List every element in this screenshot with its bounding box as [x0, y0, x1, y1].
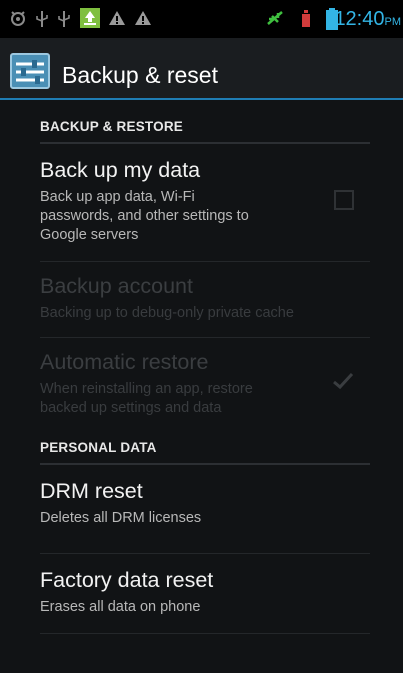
pref-title: Back up my data [40, 158, 201, 182]
summary-line: passwords, and other settings to [40, 208, 249, 224]
section-header-backup-restore: BACKUP & RESTORE [40, 112, 370, 144]
clock-time: 12:40 [334, 8, 385, 30]
pref-automatic-restore: Automatic restore When reinstalling an a… [40, 338, 370, 423]
page-title: Backup & reset [62, 62, 218, 88]
clock-ampm: PM [384, 16, 402, 28]
section-header-personal-data: PERSONAL DATA [40, 433, 370, 465]
status-bar: 12:40PM [0, 0, 403, 38]
pref-drm-reset[interactable]: DRM reset Deletes all DRM licenses [40, 467, 370, 547]
settings-app-icon[interactable] [10, 53, 50, 89]
android-debug-icon [11, 11, 25, 26]
pref-summary: When reinstalling an app, restore backed… [40, 380, 253, 418]
no-signal-icon [267, 11, 283, 25]
summary-line: Google servers [40, 227, 139, 243]
usb-icon [36, 11, 48, 27]
download-icon [80, 8, 100, 28]
summary-line: backed up settings and data [40, 400, 222, 416]
divider [40, 633, 370, 634]
pref-summary: Back up app data, Wi-Fi passwords, and o… [40, 188, 249, 245]
pref-title: Factory data reset [40, 568, 214, 592]
warning-icon [109, 11, 125, 25]
pref-summary: Erases all data on phone [40, 599, 201, 615]
clock: 12:40PM [334, 8, 401, 31]
pref-backup-account: Backup account Backing up to debug-only … [40, 262, 370, 332]
no-sim-icon [302, 10, 310, 27]
pref-back-up-my-data[interactable]: Back up my data Back up app data, Wi-Fi … [40, 146, 370, 256]
pref-summary: Deletes all DRM licenses [40, 510, 202, 526]
checkmark-icon [333, 372, 354, 390]
pref-title: Backup account [40, 274, 193, 298]
pref-title: DRM reset [40, 479, 143, 503]
section-header-label: PERSONAL DATA [40, 440, 157, 455]
divider [40, 553, 370, 554]
section-header-label: BACKUP & RESTORE [40, 119, 183, 134]
usb-icon [58, 11, 70, 27]
summary-line: Back up app data, Wi-Fi [40, 189, 195, 205]
pref-factory-data-reset[interactable]: Factory data reset Erases all data on ph… [40, 556, 370, 636]
warning-icon [135, 11, 151, 25]
pref-summary: Backing up to debug-only private cache [40, 305, 294, 321]
back-up-checkbox[interactable] [334, 190, 354, 210]
pref-title: Automatic restore [40, 350, 209, 374]
summary-line: When reinstalling an app, restore [40, 381, 253, 397]
